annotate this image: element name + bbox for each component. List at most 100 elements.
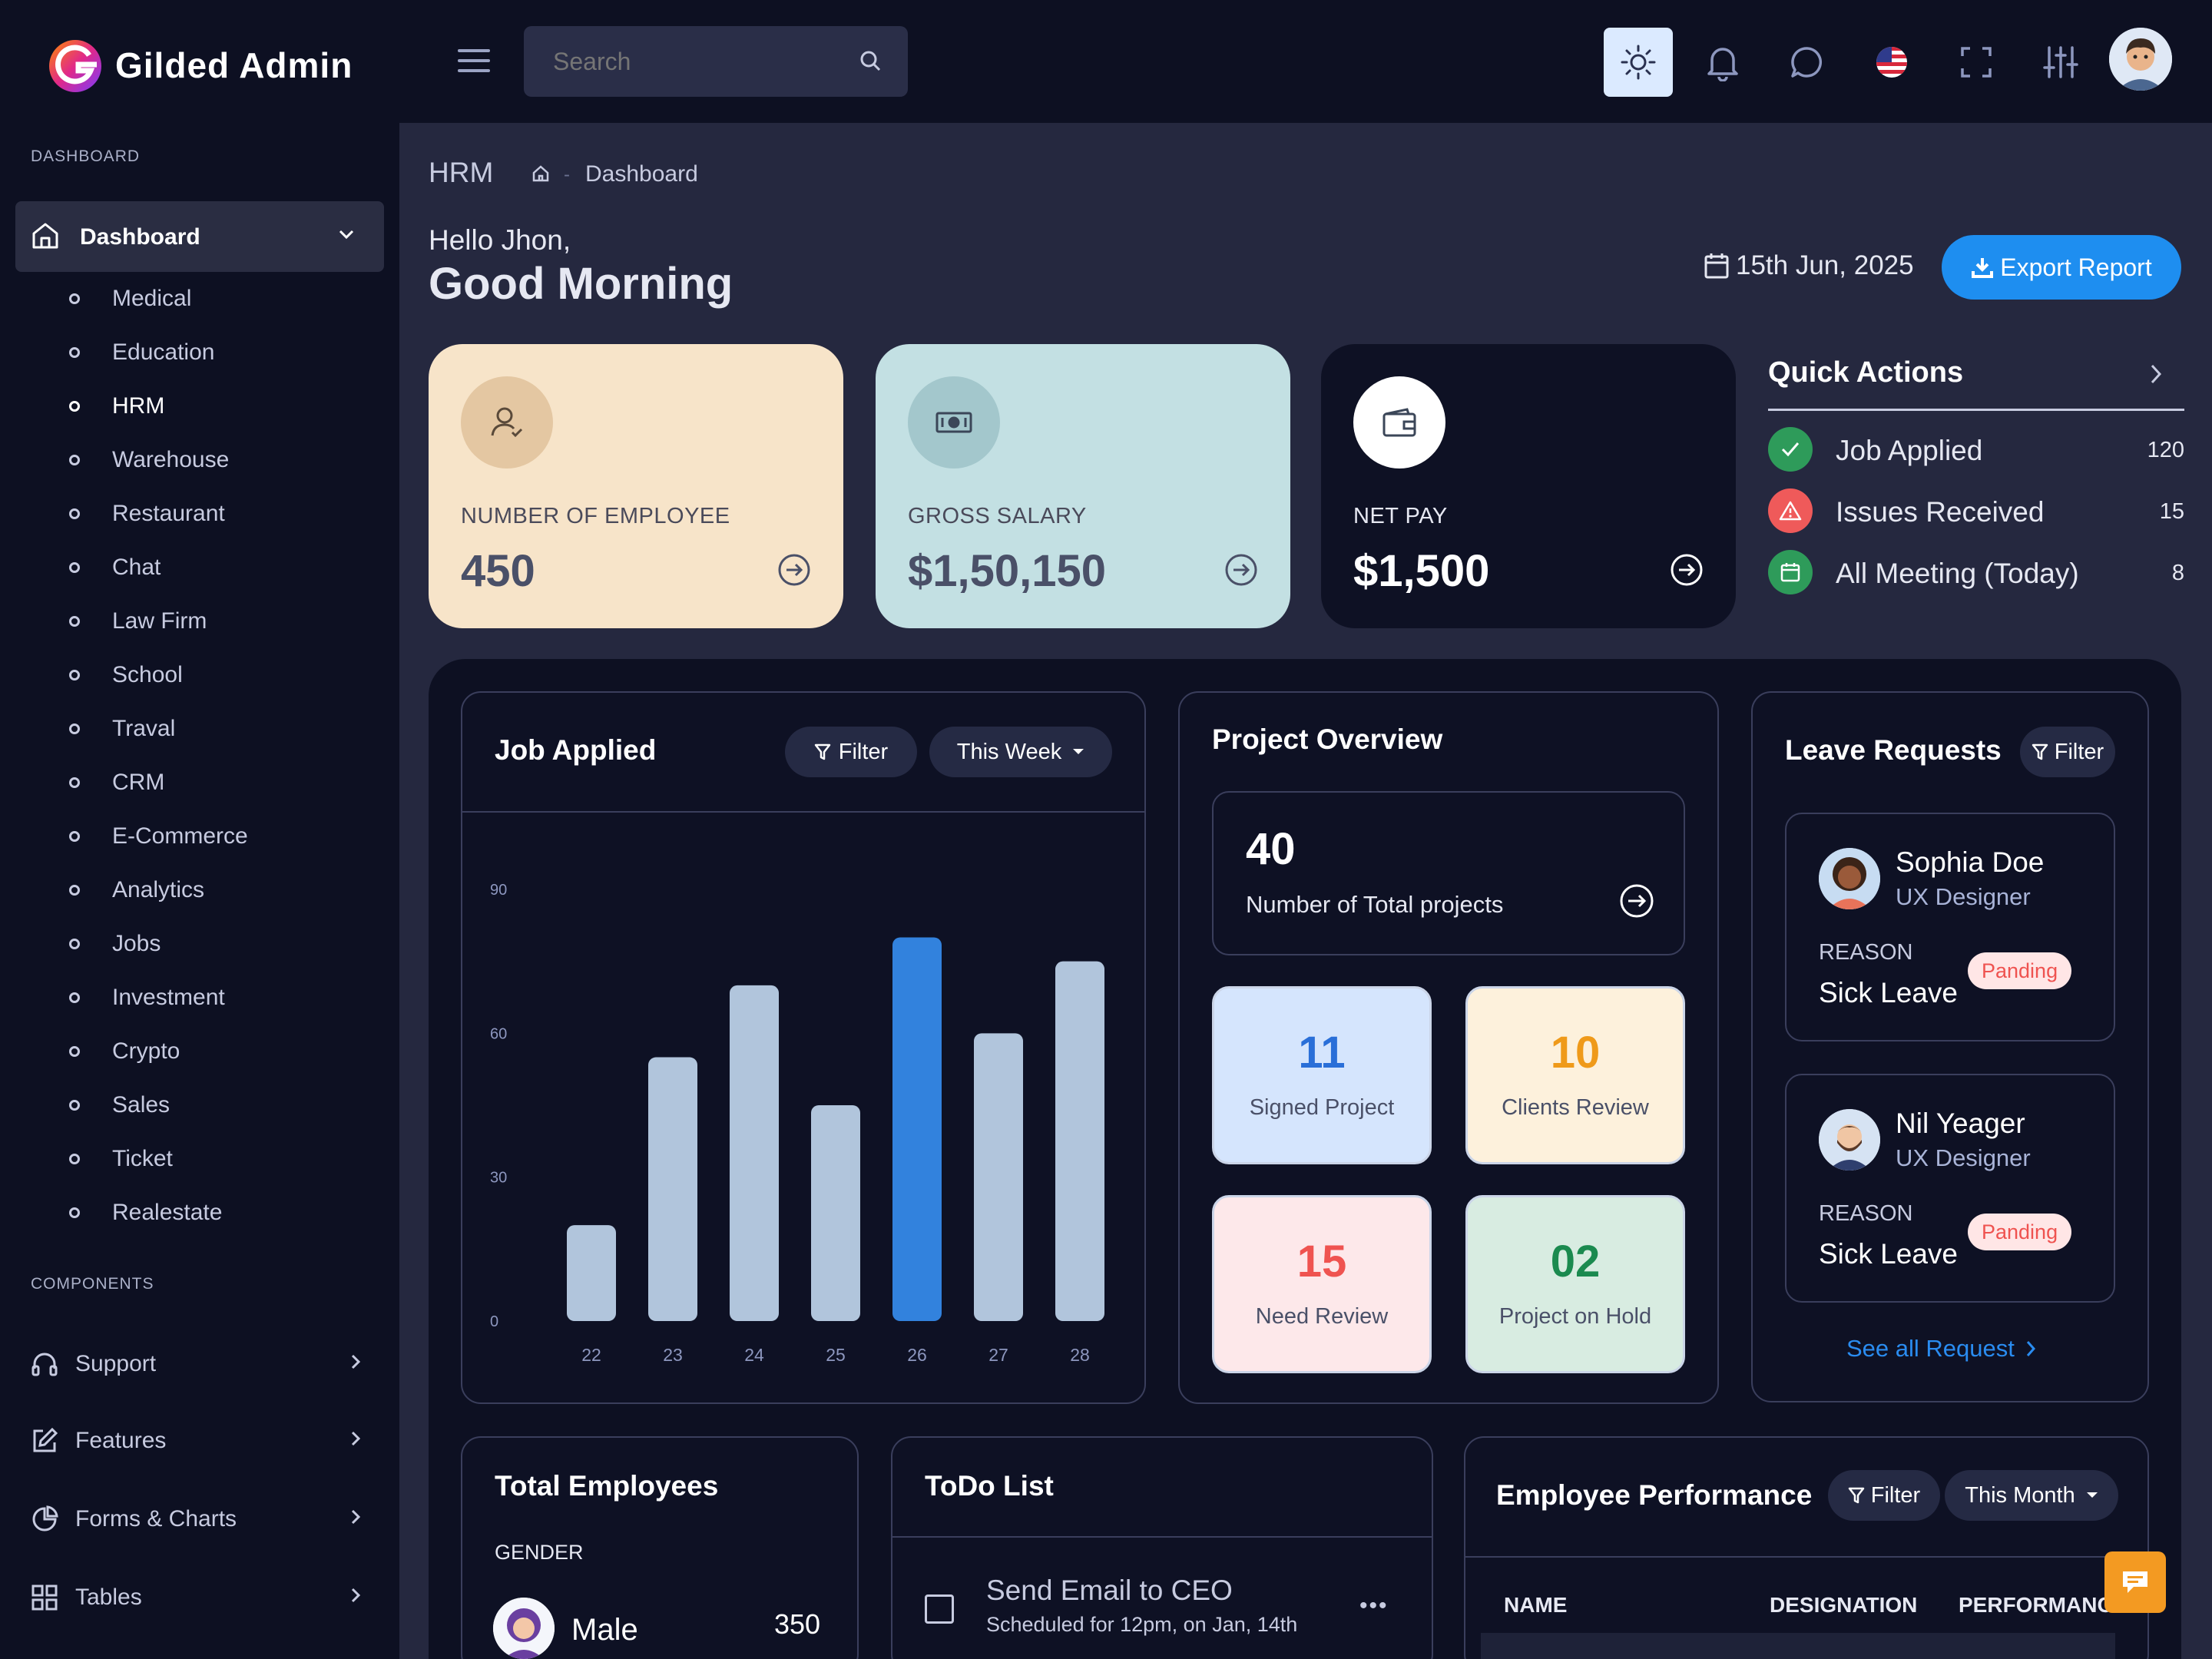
quick-action-all-meeting[interactable]: All Meeting (Today) 8	[1768, 550, 2184, 596]
sidebar-sub-analytics[interactable]: Analytics	[69, 871, 204, 909]
sidebar-item-support[interactable]: Support	[31, 1341, 361, 1387]
sidebar-sub-label: Analytics	[112, 877, 205, 902]
filter-icon	[2032, 743, 2048, 761]
job-applied-filter-button[interactable]: Filter	[785, 727, 917, 777]
sidebar-sub-restaurant[interactable]: Restaurant	[69, 495, 225, 533]
arrow-right-circle-icon[interactable]	[1224, 553, 1258, 587]
performance-filter-button[interactable]: Filter	[1828, 1470, 1940, 1521]
sidebar-sub-traval[interactable]: Traval	[69, 710, 175, 748]
see-all-requests-link[interactable]: See all Request	[1846, 1335, 2036, 1363]
performance-range-dropdown[interactable]: This Month	[1945, 1470, 2118, 1521]
card-gross-salary[interactable]: GROSS SALARY $1,50,150	[876, 344, 1290, 628]
bar-27[interactable]	[974, 1033, 1023, 1321]
sidebar-item-tables[interactable]: Tables	[31, 1575, 361, 1621]
bar-26[interactable]	[892, 937, 942, 1321]
fullscreen-icon[interactable]	[1942, 28, 2011, 97]
sidebar-sub-label: Chat	[112, 555, 161, 580]
chevron-right-icon	[350, 1353, 361, 1370]
job-applied-range-dropdown[interactable]: This Week	[929, 727, 1112, 777]
sidebar-sub-e-commerce[interactable]: E-Commerce	[69, 817, 248, 856]
x-tick-label: 26	[907, 1345, 927, 1365]
arrow-right-circle-icon[interactable]	[1619, 883, 1654, 919]
total-projects-card[interactable]: 40 Number of Total projects	[1212, 791, 1685, 955]
sidebar-sub-investment[interactable]: Investment	[69, 979, 225, 1017]
export-report-button[interactable]: Export Report	[1942, 235, 2181, 300]
sidebar-sub-education[interactable]: Education	[69, 333, 214, 372]
sidebar-sub-law-firm[interactable]: Law Firm	[69, 602, 207, 641]
quick-actions-chevron-icon[interactable]	[2149, 363, 2163, 386]
stat-project-on-hold[interactable]: 02 Project on Hold	[1465, 1195, 1685, 1373]
sidebar-item-dashboard[interactable]: Dashboard	[15, 201, 384, 272]
stat-signed-project[interactable]: 11 Signed Project	[1212, 986, 1432, 1164]
sidebar-sub-realestate[interactable]: Realestate	[69, 1194, 222, 1232]
quick-actions-divider	[1768, 409, 2184, 411]
search-box[interactable]	[524, 26, 908, 97]
search-icon[interactable]	[859, 49, 883, 74]
card-net-pay[interactable]: NET PAY $1,500	[1321, 344, 1736, 628]
stat-clients-review[interactable]: 10 Clients Review	[1465, 986, 1685, 1164]
sidebar-sub-school[interactable]: School	[69, 656, 183, 694]
bar-25[interactable]	[811, 1105, 860, 1321]
bar-28[interactable]	[1055, 961, 1104, 1321]
leave-requests-filter-button[interactable]: Filter	[2020, 727, 2115, 777]
hamburger-menu-icon[interactable]	[458, 48, 492, 74]
leave-request-card[interactable]: Nil Yeager UX Designer REASON Sick Leave…	[1785, 1074, 2115, 1303]
project-overview-title: Project Overview	[1212, 724, 1443, 755]
reason-label: REASON	[1819, 1201, 1913, 1226]
sidebar-sub-chat[interactable]: Chat	[69, 548, 161, 587]
leave-requester-name: Nil Yeager	[1896, 1108, 2025, 1139]
column-header-name[interactable]: NAME	[1504, 1593, 1567, 1618]
chevron-down-icon	[338, 229, 355, 240]
sidebar-sub-crm[interactable]: CRM	[69, 763, 164, 802]
bar-22[interactable]	[567, 1225, 616, 1321]
download-icon	[1971, 256, 1994, 279]
settings-sliders-icon[interactable]	[2026, 28, 2095, 97]
arrow-right-circle-icon[interactable]	[777, 553, 811, 587]
bar-24[interactable]	[730, 985, 779, 1321]
table-row[interactable]	[1481, 1633, 2115, 1659]
sidebar-sub-sales[interactable]: Sales	[69, 1086, 170, 1124]
bar-23[interactable]	[648, 1057, 697, 1321]
sidebar-sub-warehouse[interactable]: Warehouse	[69, 441, 229, 479]
sidebar-sub-ticket[interactable]: Ticket	[69, 1140, 173, 1178]
quick-action-job-applied[interactable]: Job Applied 120	[1768, 427, 2184, 473]
todo-checkbox[interactable]	[925, 1594, 954, 1624]
column-header-designation[interactable]: DESIGNATION	[1770, 1593, 1917, 1618]
column-header-performance[interactable]: PERFORMANC	[1959, 1593, 2113, 1618]
sidebar-section-dashboard: DASHBOARD	[31, 147, 141, 165]
quick-action-issues-received[interactable]: Issues Received 15	[1768, 488, 2184, 535]
sidebar-item-forms-charts[interactable]: Forms & Charts	[31, 1496, 361, 1542]
chat-bubble-icon[interactable]	[1773, 28, 1842, 97]
sidebar-item-label: Features	[75, 1428, 167, 1453]
sidebar-sub-jobs[interactable]: Jobs	[69, 925, 161, 963]
status-badge: Panding	[1968, 1214, 2072, 1250]
us-flag-icon[interactable]	[1857, 28, 1926, 97]
bullet-icon	[69, 831, 80, 842]
todo-item-subtitle: Scheduled for 12pm, on Jan, 14th	[986, 1613, 1298, 1636]
x-tick-label: 27	[988, 1345, 1008, 1365]
search-input[interactable]	[553, 26, 845, 97]
quick-action-count: 8	[2171, 561, 2184, 585]
sidebar-item-features[interactable]: Features	[31, 1418, 361, 1464]
job-applied-title: Job Applied	[495, 734, 657, 766]
sidebar-sub-crypto[interactable]: Crypto	[69, 1032, 180, 1071]
calendar-icon	[1704, 252, 1730, 280]
breadcrumb-home-icon[interactable]	[531, 164, 550, 183]
sidebar-sub-hrm[interactable]: HRM	[69, 387, 164, 426]
bullet-icon	[69, 293, 80, 304]
user-avatar[interactable]	[2109, 28, 2172, 91]
pie-chart-icon	[31, 1505, 58, 1533]
bullet-icon	[69, 939, 80, 949]
theme-toggle-sun-icon[interactable]	[1604, 28, 1673, 97]
floating-chat-button[interactable]	[2104, 1551, 2166, 1613]
arrow-right-circle-icon[interactable]	[1670, 553, 1704, 587]
leave-requester-name: Sophia Doe	[1896, 846, 2045, 878]
stat-need-review[interactable]: 15 Need Review	[1212, 1195, 1432, 1373]
sidebar-sub-medical[interactable]: Medical	[69, 280, 191, 318]
breadcrumb[interactable]: Dashboard	[585, 161, 698, 187]
more-options-icon[interactable]: •••	[1359, 1593, 1389, 1619]
notification-bell-icon[interactable]	[1688, 28, 1757, 97]
leave-request-card[interactable]: Sophia Doe UX Designer REASON Sick Leave…	[1785, 813, 2115, 1041]
card-number-of-employee[interactable]: NUMBER OF EMPLOYEE 450	[429, 344, 843, 628]
subgreeting: Good Morning	[429, 259, 733, 309]
